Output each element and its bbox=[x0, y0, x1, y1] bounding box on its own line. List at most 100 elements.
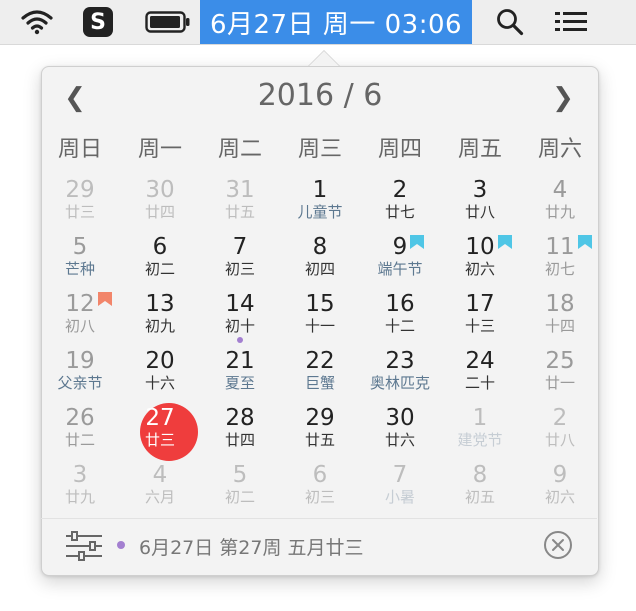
lunar-label: 芒种 bbox=[64, 260, 95, 278]
day-number: 5 bbox=[232, 462, 248, 488]
day-number: 5 bbox=[72, 234, 88, 260]
day-cell[interactable]: 10 初六 bbox=[440, 230, 520, 287]
list-icon[interactable] bbox=[546, 0, 596, 44]
lunar-label: 廿一 bbox=[544, 374, 575, 392]
lunar-label: 十二 bbox=[384, 317, 415, 335]
lunar-label: 廿二 bbox=[64, 431, 95, 449]
day-number: 31 bbox=[225, 177, 255, 203]
day-cell[interactable]: 30 廿四 bbox=[120, 173, 200, 230]
day-cell[interactable]: 1 儿童节 bbox=[280, 173, 360, 230]
day-number: 4 bbox=[552, 177, 568, 203]
day-cell[interactable]: 19 父亲节 bbox=[40, 344, 120, 401]
day-number: 7 bbox=[232, 234, 248, 260]
day-cell[interactable]: 5 初二 bbox=[200, 458, 280, 515]
lunar-label: 廿八 bbox=[544, 431, 575, 449]
day-cell-today[interactable]: 27 廿三 bbox=[120, 401, 200, 461]
day-cell[interactable]: 7 初三 bbox=[200, 230, 280, 287]
day-cell[interactable]: 13 初九 bbox=[120, 287, 200, 344]
day-cell[interactable]: 29 廿五 bbox=[280, 401, 360, 458]
next-month-button[interactable]: ❯ bbox=[548, 80, 578, 116]
holiday-flag-icon bbox=[498, 234, 512, 249]
lunar-label: 初二 bbox=[224, 488, 255, 506]
week-row: 3 廿九 4 六月 5 初二 6 初三 7 小暑 8 初五 9 初六 bbox=[40, 458, 600, 515]
lunar-label: 初五 bbox=[464, 488, 495, 506]
day-cell[interactable]: 23 奥林匹克 bbox=[360, 344, 440, 401]
day-cell[interactable]: 25 廿一 bbox=[520, 344, 600, 401]
day-cell[interactable]: 4 廿九 bbox=[520, 173, 600, 230]
lunar-label: 廿三 bbox=[144, 431, 175, 449]
wifi-icon[interactable] bbox=[14, 0, 60, 44]
lunar-label: 廿八 bbox=[464, 203, 495, 221]
day-cell[interactable]: 3 廿九 bbox=[40, 458, 120, 515]
day-cell[interactable]: 7 小暑 bbox=[360, 458, 440, 515]
day-number: 25 bbox=[545, 348, 575, 374]
lunar-label: 廿六 bbox=[384, 431, 415, 449]
day-number: 2 bbox=[552, 405, 568, 431]
lunar-label: 廿五 bbox=[304, 431, 335, 449]
day-cell[interactable]: 8 初四 bbox=[280, 230, 360, 287]
popover-arrow bbox=[308, 50, 340, 66]
day-cell[interactable]: 24 二十 bbox=[440, 344, 520, 401]
day-cell[interactable]: 9 端午节 bbox=[360, 230, 440, 287]
day-cell[interactable]: 2 廿七 bbox=[360, 173, 440, 230]
workday-flag-icon bbox=[98, 291, 112, 306]
sogou-input-icon[interactable]: S bbox=[80, 0, 116, 44]
day-number: 6 bbox=[152, 234, 168, 260]
calendar-grid: 29 廿三 30 廿四 31 廿五 1 儿童节 2 廿七 3 廿八 4 廿九 5 芒种 6 初二 7 初三 8 初四 9 端午… bbox=[40, 173, 600, 515]
day-number: 18 bbox=[545, 291, 575, 317]
clock-text: 6月27日 周一 03:06 bbox=[209, 9, 463, 40]
lunar-label: 廿七 bbox=[384, 203, 415, 221]
day-cell[interactable]: 15 十一 bbox=[280, 287, 360, 344]
day-number: 2 bbox=[392, 177, 408, 203]
lunar-label: 六月 bbox=[144, 488, 175, 506]
day-number: 30 bbox=[385, 405, 415, 431]
day-cell[interactable]: 14 初十 bbox=[200, 287, 280, 344]
day-cell[interactable]: 9 初六 bbox=[520, 458, 600, 515]
day-number: 17 bbox=[465, 291, 495, 317]
week-row: 5 芒种 6 初二 7 初三 8 初四 9 端午节 10 初六 11 初七 bbox=[40, 230, 600, 287]
day-number: 24 bbox=[465, 348, 495, 374]
weekday-label: 周日 bbox=[57, 137, 102, 162]
day-cell[interactable]: 6 初二 bbox=[120, 230, 200, 287]
preferences-sliders-icon[interactable] bbox=[64, 530, 104, 562]
day-cell[interactable]: 18 十四 bbox=[520, 287, 600, 344]
lunar-label: 初四 bbox=[304, 260, 335, 278]
day-cell[interactable]: 12 初八 bbox=[40, 287, 120, 344]
day-number: 27 bbox=[145, 405, 175, 431]
day-cell[interactable]: 31 廿五 bbox=[200, 173, 280, 230]
day-cell[interactable]: 16 十二 bbox=[360, 287, 440, 344]
day-number: 28 bbox=[225, 405, 255, 431]
day-number: 29 bbox=[305, 405, 335, 431]
day-cell[interactable]: 30 廿六 bbox=[360, 401, 440, 458]
close-icon[interactable] bbox=[543, 530, 573, 560]
day-cell[interactable]: 22 巨蟹 bbox=[280, 344, 360, 401]
day-cell[interactable]: 29 廿三 bbox=[40, 173, 120, 230]
day-number: 8 bbox=[472, 462, 488, 488]
day-cell[interactable]: 6 初三 bbox=[280, 458, 360, 515]
day-cell[interactable]: 17 十三 bbox=[440, 287, 520, 344]
day-cell[interactable]: 21 夏至 bbox=[200, 344, 280, 401]
day-cell[interactable]: 11 初七 bbox=[520, 230, 600, 287]
lunar-label: 初九 bbox=[144, 317, 175, 335]
chevron-right-icon: ❯ bbox=[552, 83, 574, 113]
lunar-label: 初十 bbox=[224, 317, 255, 335]
footer-date-info: 6月27日 第27周 五月廿三 bbox=[139, 537, 364, 559]
day-cell[interactable]: 3 廿八 bbox=[440, 173, 520, 230]
week-row: 19 父亲节 20 十六 21 夏至 22 巨蟹 23 奥林匹克 24 二十 25 廿一 bbox=[40, 344, 600, 401]
lunar-label: 十三 bbox=[464, 317, 495, 335]
battery-icon[interactable] bbox=[141, 0, 195, 44]
day-cell[interactable]: 8 初五 bbox=[440, 458, 520, 515]
sogou-glyph: S bbox=[90, 9, 106, 35]
day-cell[interactable]: 5 芒种 bbox=[40, 230, 120, 287]
day-cell[interactable]: 26 廿二 bbox=[40, 401, 120, 458]
holiday-flag-icon bbox=[578, 234, 592, 249]
weekday-header: 周日 周一 周二 周三 周四 周五 周六 bbox=[40, 130, 600, 170]
day-cell[interactable]: 2 廿八 bbox=[520, 401, 600, 458]
day-cell[interactable]: 1 建党节 bbox=[440, 401, 520, 458]
menu-clock[interactable]: 6月27日 周一 03:06 bbox=[200, 0, 472, 44]
day-cell[interactable]: 20 十六 bbox=[120, 344, 200, 401]
prev-month-button[interactable]: ❮ bbox=[60, 80, 90, 116]
day-cell[interactable]: 28 廿四 bbox=[200, 401, 280, 458]
day-cell[interactable]: 4 六月 bbox=[120, 458, 200, 515]
search-icon[interactable] bbox=[488, 0, 532, 44]
